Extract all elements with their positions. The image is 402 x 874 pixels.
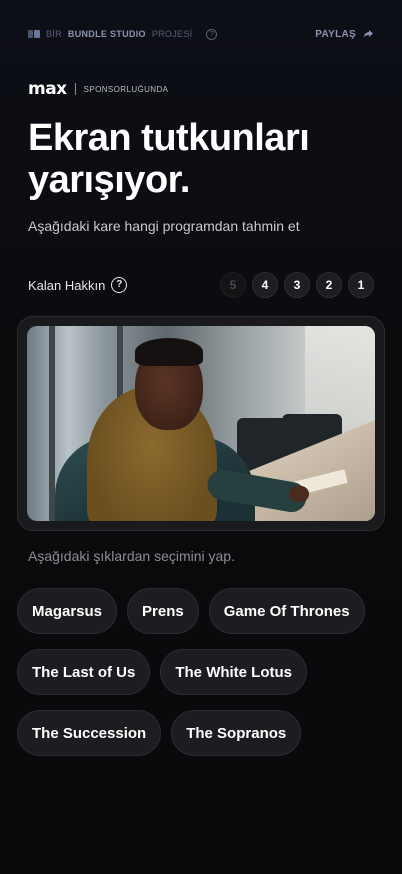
sponsor-text: SPONSORLUĞUNDA xyxy=(83,84,169,94)
option-the-succession[interactable]: The Succession xyxy=(17,710,162,756)
lives-help-icon[interactable]: ? xyxy=(111,277,128,293)
option-prens[interactable]: Prens xyxy=(127,588,199,634)
studio-suffix: PROJESİ xyxy=(151,29,193,39)
share-button[interactable]: PAYLAŞ xyxy=(315,28,374,40)
studio-prefix: BİR xyxy=(46,29,62,39)
life-badge-5: 5 xyxy=(220,272,246,298)
studio-name: BUNDLE STUDIO xyxy=(67,29,146,39)
remaining-lives-row: Kalan Hakkın ? 5 4 3 2 1 xyxy=(28,272,374,298)
bundle-studio-logo-icon xyxy=(28,29,40,39)
lives-label-group: Kalan Hakkın ? xyxy=(28,277,128,293)
top-bar: BİR BUNDLE STUDIO PROJESİ ? PAYLAŞ xyxy=(28,26,374,42)
option-game-of-thrones[interactable]: Game Of Thrones xyxy=(208,588,365,634)
life-badge-4: 4 xyxy=(252,272,278,298)
life-badge-3: 3 xyxy=(284,272,310,298)
max-logo: max xyxy=(28,79,67,99)
quiz-frame-card xyxy=(17,316,385,531)
answer-options: Magarsus Prens Game Of Thrones The Last … xyxy=(17,588,385,756)
info-help-icon[interactable]: ? xyxy=(206,28,218,40)
option-the-last-of-us[interactable]: The Last of Us xyxy=(17,649,151,695)
page-subtitle: Aşağıdaki kare hangi programdan tahmin e… xyxy=(28,218,300,234)
lives-counter: 5 4 3 2 1 xyxy=(220,272,374,298)
options-instruction: Aşağıdaki şıklardan seçimini yap. xyxy=(28,548,235,564)
page-title: Ekran tutkunları yarışıyor. xyxy=(28,117,310,201)
share-arrow-icon xyxy=(363,30,373,38)
share-label: PAYLAŞ xyxy=(315,28,356,40)
quiz-frame-image xyxy=(27,326,375,521)
sponsor-row: max SPONSORLUĞUNDA xyxy=(28,79,168,99)
bundle-studio-credit: BİR BUNDLE STUDIO PROJESİ ? xyxy=(28,28,218,40)
option-magarsus[interactable]: Magarsus xyxy=(17,588,118,634)
life-badge-1: 1 xyxy=(348,272,374,298)
lives-label: Kalan Hakkın xyxy=(28,277,106,293)
option-the-sopranos[interactable]: The Sopranos xyxy=(171,710,302,756)
sponsor-divider xyxy=(74,83,76,95)
option-the-white-lotus[interactable]: The White Lotus xyxy=(160,649,308,695)
life-badge-2: 2 xyxy=(316,272,342,298)
